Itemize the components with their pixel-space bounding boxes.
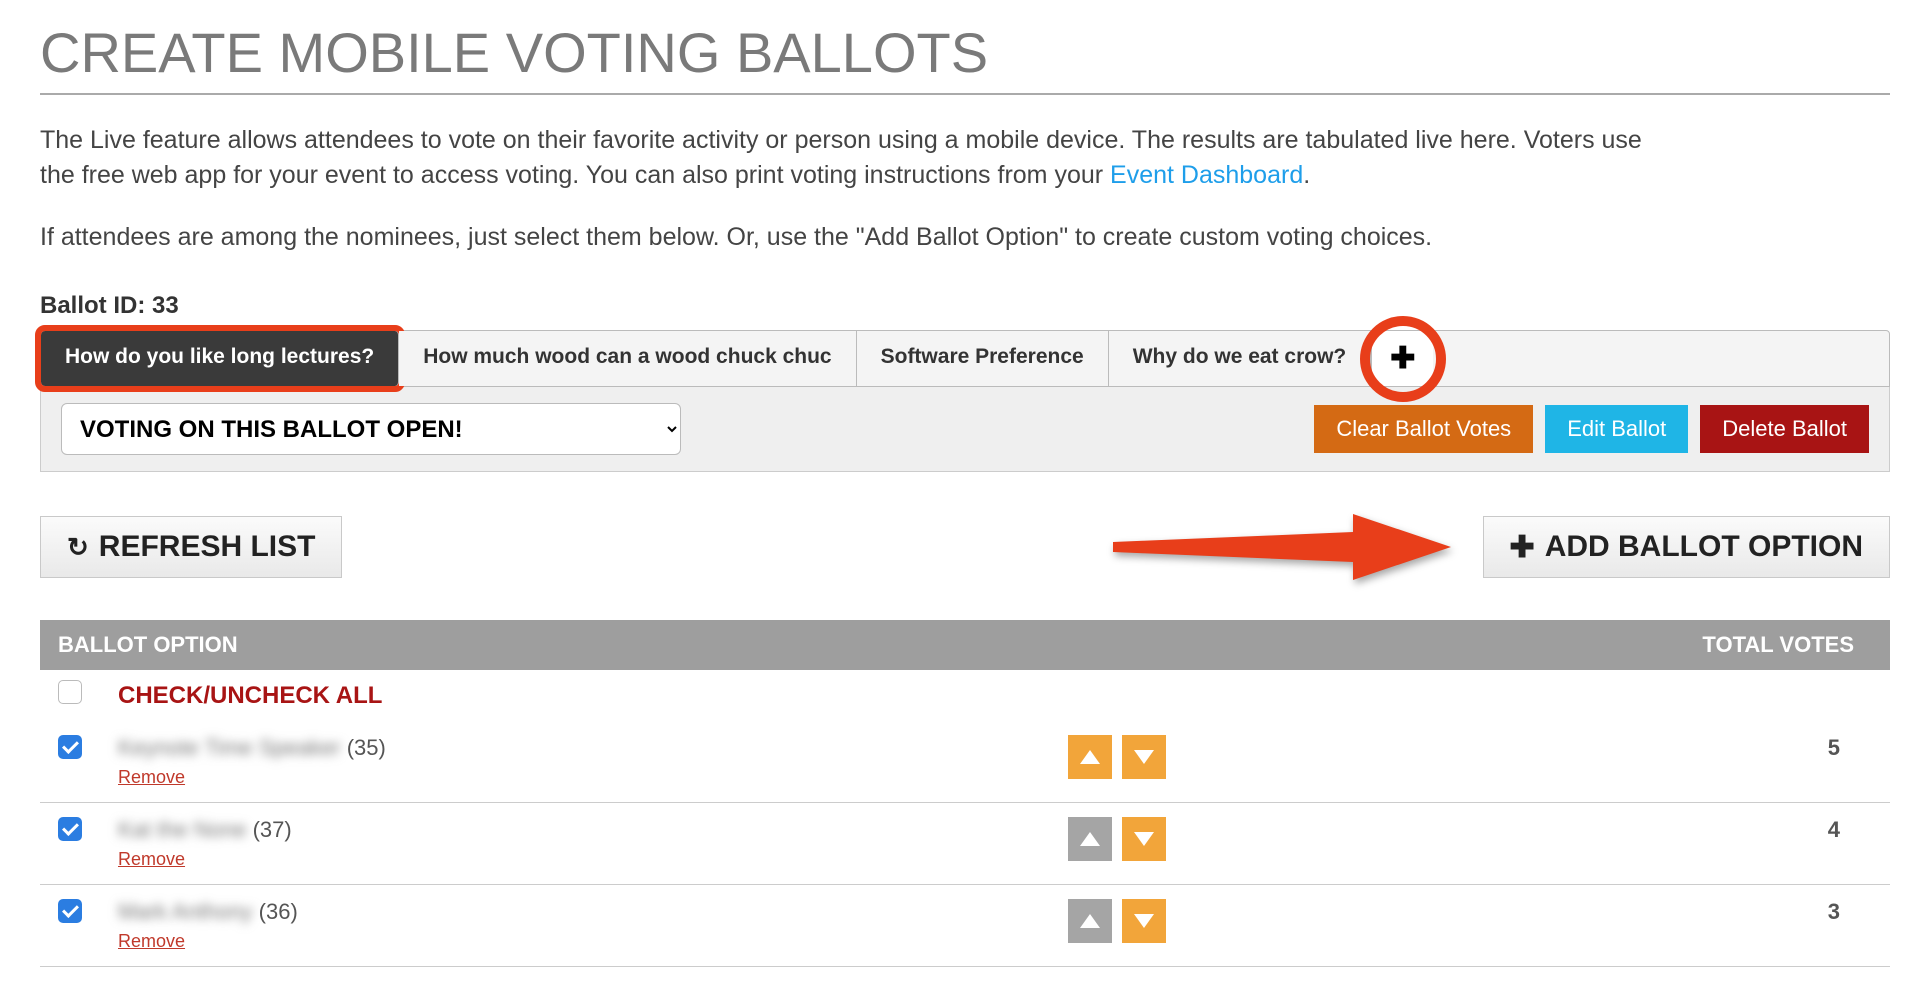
edit-ballot-button[interactable]: Edit Ballot [1545, 405, 1688, 453]
annotation-arrow-wrap [342, 512, 1482, 582]
table-row: Keynote Time Speaker (35) Remove 5 [40, 721, 1890, 803]
sub-intro-text: If attendees are among the nominees, jus… [40, 223, 1890, 252]
option-name: Mark Anthony [118, 899, 253, 925]
option-name: Kat the None [118, 817, 246, 843]
table-row: Mark Anthony (36) Remove 3 [40, 885, 1890, 967]
option-count: (36) [259, 899, 298, 924]
intro-text: The Live feature allows attendees to vot… [40, 123, 1660, 193]
option-name: Keynote Time Speaker [118, 735, 341, 761]
annotation-arrow-icon [1113, 512, 1453, 582]
move-up-button[interactable] [1068, 817, 1112, 861]
action-row: ↻ REFRESH LIST ✚ ADD BALLOT OPTION [40, 512, 1890, 582]
ballot-toolbar: VOTING ON THIS BALLOT OPEN! Clear Ballot… [40, 387, 1890, 472]
check-all-checkbox[interactable] [58, 680, 82, 704]
tab-ballot-1[interactable]: How much wood can a wood chuck chuc [399, 331, 856, 386]
refresh-label: REFRESH LIST [99, 530, 316, 564]
plus-icon: ✚ [1510, 530, 1535, 565]
intro-suffix: . [1303, 161, 1310, 189]
row-checkbox[interactable] [58, 735, 82, 759]
ballot-id: Ballot ID: 33 [40, 292, 1890, 320]
total-votes-value: 3 [1670, 885, 1890, 967]
move-up-button[interactable] [1068, 735, 1112, 779]
table-row: Kat the None (37) Remove 4 [40, 803, 1890, 885]
arrow-down-icon [1134, 914, 1154, 928]
total-votes-value: 4 [1670, 803, 1890, 885]
arrow-up-icon [1080, 750, 1100, 764]
arrow-up-icon [1080, 832, 1100, 846]
move-down-button[interactable] [1122, 817, 1166, 861]
col-header-option: BALLOT OPTION [40, 620, 1670, 670]
delete-ballot-button[interactable]: Delete Ballot [1700, 405, 1869, 453]
ballot-id-value: 33 [152, 292, 179, 319]
move-down-button[interactable] [1122, 735, 1166, 779]
total-votes-value: 5 [1670, 721, 1890, 803]
event-dashboard-link[interactable]: Event Dashboard [1110, 161, 1303, 189]
option-count: (35) [347, 735, 386, 760]
arrow-down-icon [1134, 832, 1154, 846]
intro-prefix: The Live feature allows attendees to vot… [40, 126, 1642, 189]
remove-link[interactable]: Remove [118, 931, 1032, 952]
refresh-list-button[interactable]: ↻ REFRESH LIST [40, 516, 342, 578]
tab-ballot-3[interactable]: Why do we eat crow? [1109, 331, 1372, 386]
voting-status-select[interactable]: VOTING ON THIS BALLOT OPEN! [61, 403, 681, 455]
page-title: CREATE MOBILE VOTING BALLOTS [40, 20, 1890, 95]
plus-icon: ✚ [1390, 341, 1415, 376]
ballot-tabs: How do you like long lectures? How much … [40, 330, 1890, 387]
ballot-id-label: Ballot ID: [40, 292, 145, 319]
refresh-icon: ↻ [67, 532, 89, 563]
tab-ballot-2[interactable]: Software Preference [857, 331, 1109, 386]
ballot-options-table: BALLOT OPTION TOTAL VOTES CHECK/UNCHECK … [40, 620, 1890, 967]
remove-link[interactable]: Remove [118, 849, 1032, 870]
col-header-votes: TOTAL VOTES [1670, 620, 1890, 670]
arrow-up-icon [1080, 914, 1100, 928]
add-option-label: ADD BALLOT OPTION [1545, 530, 1863, 564]
arrow-down-icon [1134, 750, 1154, 764]
row-checkbox[interactable] [58, 899, 82, 923]
check-all-label[interactable]: CHECK/UNCHECK ALL [100, 670, 1890, 721]
clear-ballot-votes-button[interactable]: Clear Ballot Votes [1314, 405, 1533, 453]
row-checkbox[interactable] [58, 817, 82, 841]
add-ballot-option-button[interactable]: ✚ ADD BALLOT OPTION [1483, 516, 1890, 578]
remove-link[interactable]: Remove [118, 767, 1032, 788]
move-down-button[interactable] [1122, 899, 1166, 943]
move-up-button[interactable] [1068, 899, 1112, 943]
tab-ballot-0[interactable]: How do you like long lectures? [41, 331, 399, 386]
option-count: (37) [253, 817, 292, 842]
add-ballot-tab[interactable]: ✚ [1371, 331, 1433, 386]
